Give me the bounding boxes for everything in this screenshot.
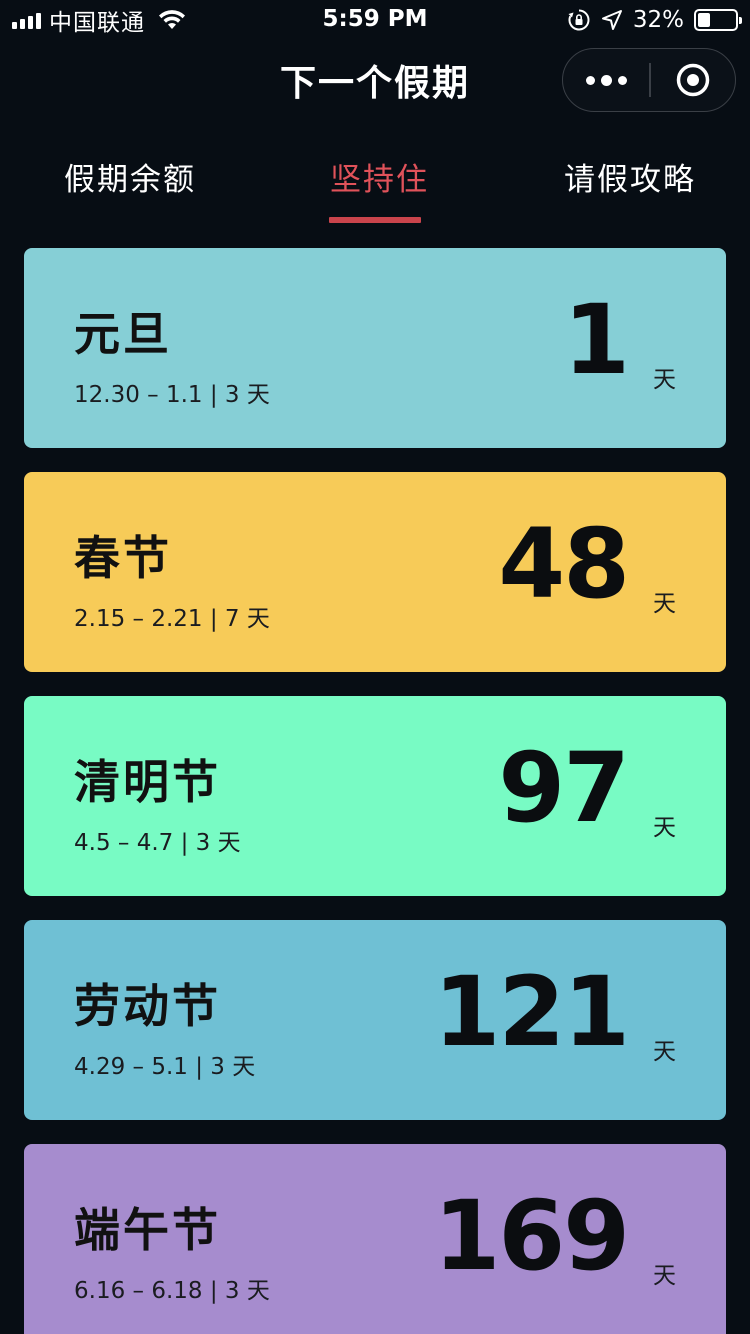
tab-leave-guide[interactable]: 请假攻略 [564, 154, 696, 199]
rotation-lock-icon [568, 9, 590, 31]
location-arrow-icon [601, 10, 622, 30]
tab-vacation-balance[interactable]: 假期余额 [64, 154, 196, 199]
more-icon-dot [617, 75, 627, 85]
active-tab-indicator [329, 217, 421, 223]
holiday-card[interactable]: 春节 2.15 – 2.21 | 7 天 48 天 [24, 472, 726, 672]
status-bar: 中国联通 5:59 PM 32% [0, 0, 750, 40]
holiday-card[interactable]: 端午节 6.16 – 6.18 | 3 天 169 天 [24, 1144, 726, 1334]
days-unit: 天 [653, 367, 676, 393]
holiday-card[interactable]: 元旦 12.30 – 1.1 | 3 天 1 天 [24, 248, 726, 448]
mini-program-capsule [562, 48, 736, 112]
battery-icon [694, 9, 742, 31]
holiday-dates: 2.15 – 2.21 | 7 天 [74, 606, 270, 632]
battery-level [698, 13, 710, 27]
days-remaining: 48 [498, 508, 630, 620]
screen: 中国联通 5:59 PM 32% 下一个假期 假期余额 坚持住 请假攻略 元旦 … [0, 0, 750, 1334]
days-remaining: 1 [563, 284, 630, 396]
holiday-card[interactable]: 劳动节 4.29 – 5.1 | 3 天 121 天 [24, 920, 726, 1120]
more-button[interactable] [563, 49, 649, 111]
days-remaining: 169 [433, 1180, 630, 1292]
days-remaining: 121 [433, 956, 630, 1068]
days-unit: 天 [653, 815, 676, 841]
days-unit: 天 [653, 1263, 676, 1289]
battery-percent: 32% [632, 7, 684, 33]
tab-hang-in-there[interactable]: 坚持住 [330, 154, 429, 199]
days-unit: 天 [653, 591, 676, 617]
holiday-name: 清明节 [74, 755, 221, 809]
holiday-dates: 6.16 – 6.18 | 3 天 [74, 1278, 270, 1304]
holiday-name: 元旦 [74, 307, 172, 361]
holiday-dates: 4.29 – 5.1 | 3 天 [74, 1054, 256, 1080]
holiday-name: 端午节 [74, 1203, 221, 1257]
close-button[interactable] [651, 49, 736, 111]
close-target-icon [676, 63, 709, 97]
days-remaining: 97 [498, 732, 630, 844]
more-icon [585, 75, 595, 85]
holiday-name: 劳动节 [74, 979, 221, 1033]
holiday-name: 春节 [74, 531, 172, 585]
holiday-dates: 4.5 – 4.7 | 3 天 [74, 830, 241, 856]
holiday-card[interactable]: 清明节 4.5 – 4.7 | 3 天 97 天 [24, 696, 726, 896]
status-right: 32% [567, 6, 742, 34]
battery-tip [739, 17, 742, 24]
more-icon-dot [600, 74, 612, 86]
days-unit: 天 [653, 1039, 676, 1065]
holiday-dates: 12.30 – 1.1 | 3 天 [74, 382, 270, 408]
